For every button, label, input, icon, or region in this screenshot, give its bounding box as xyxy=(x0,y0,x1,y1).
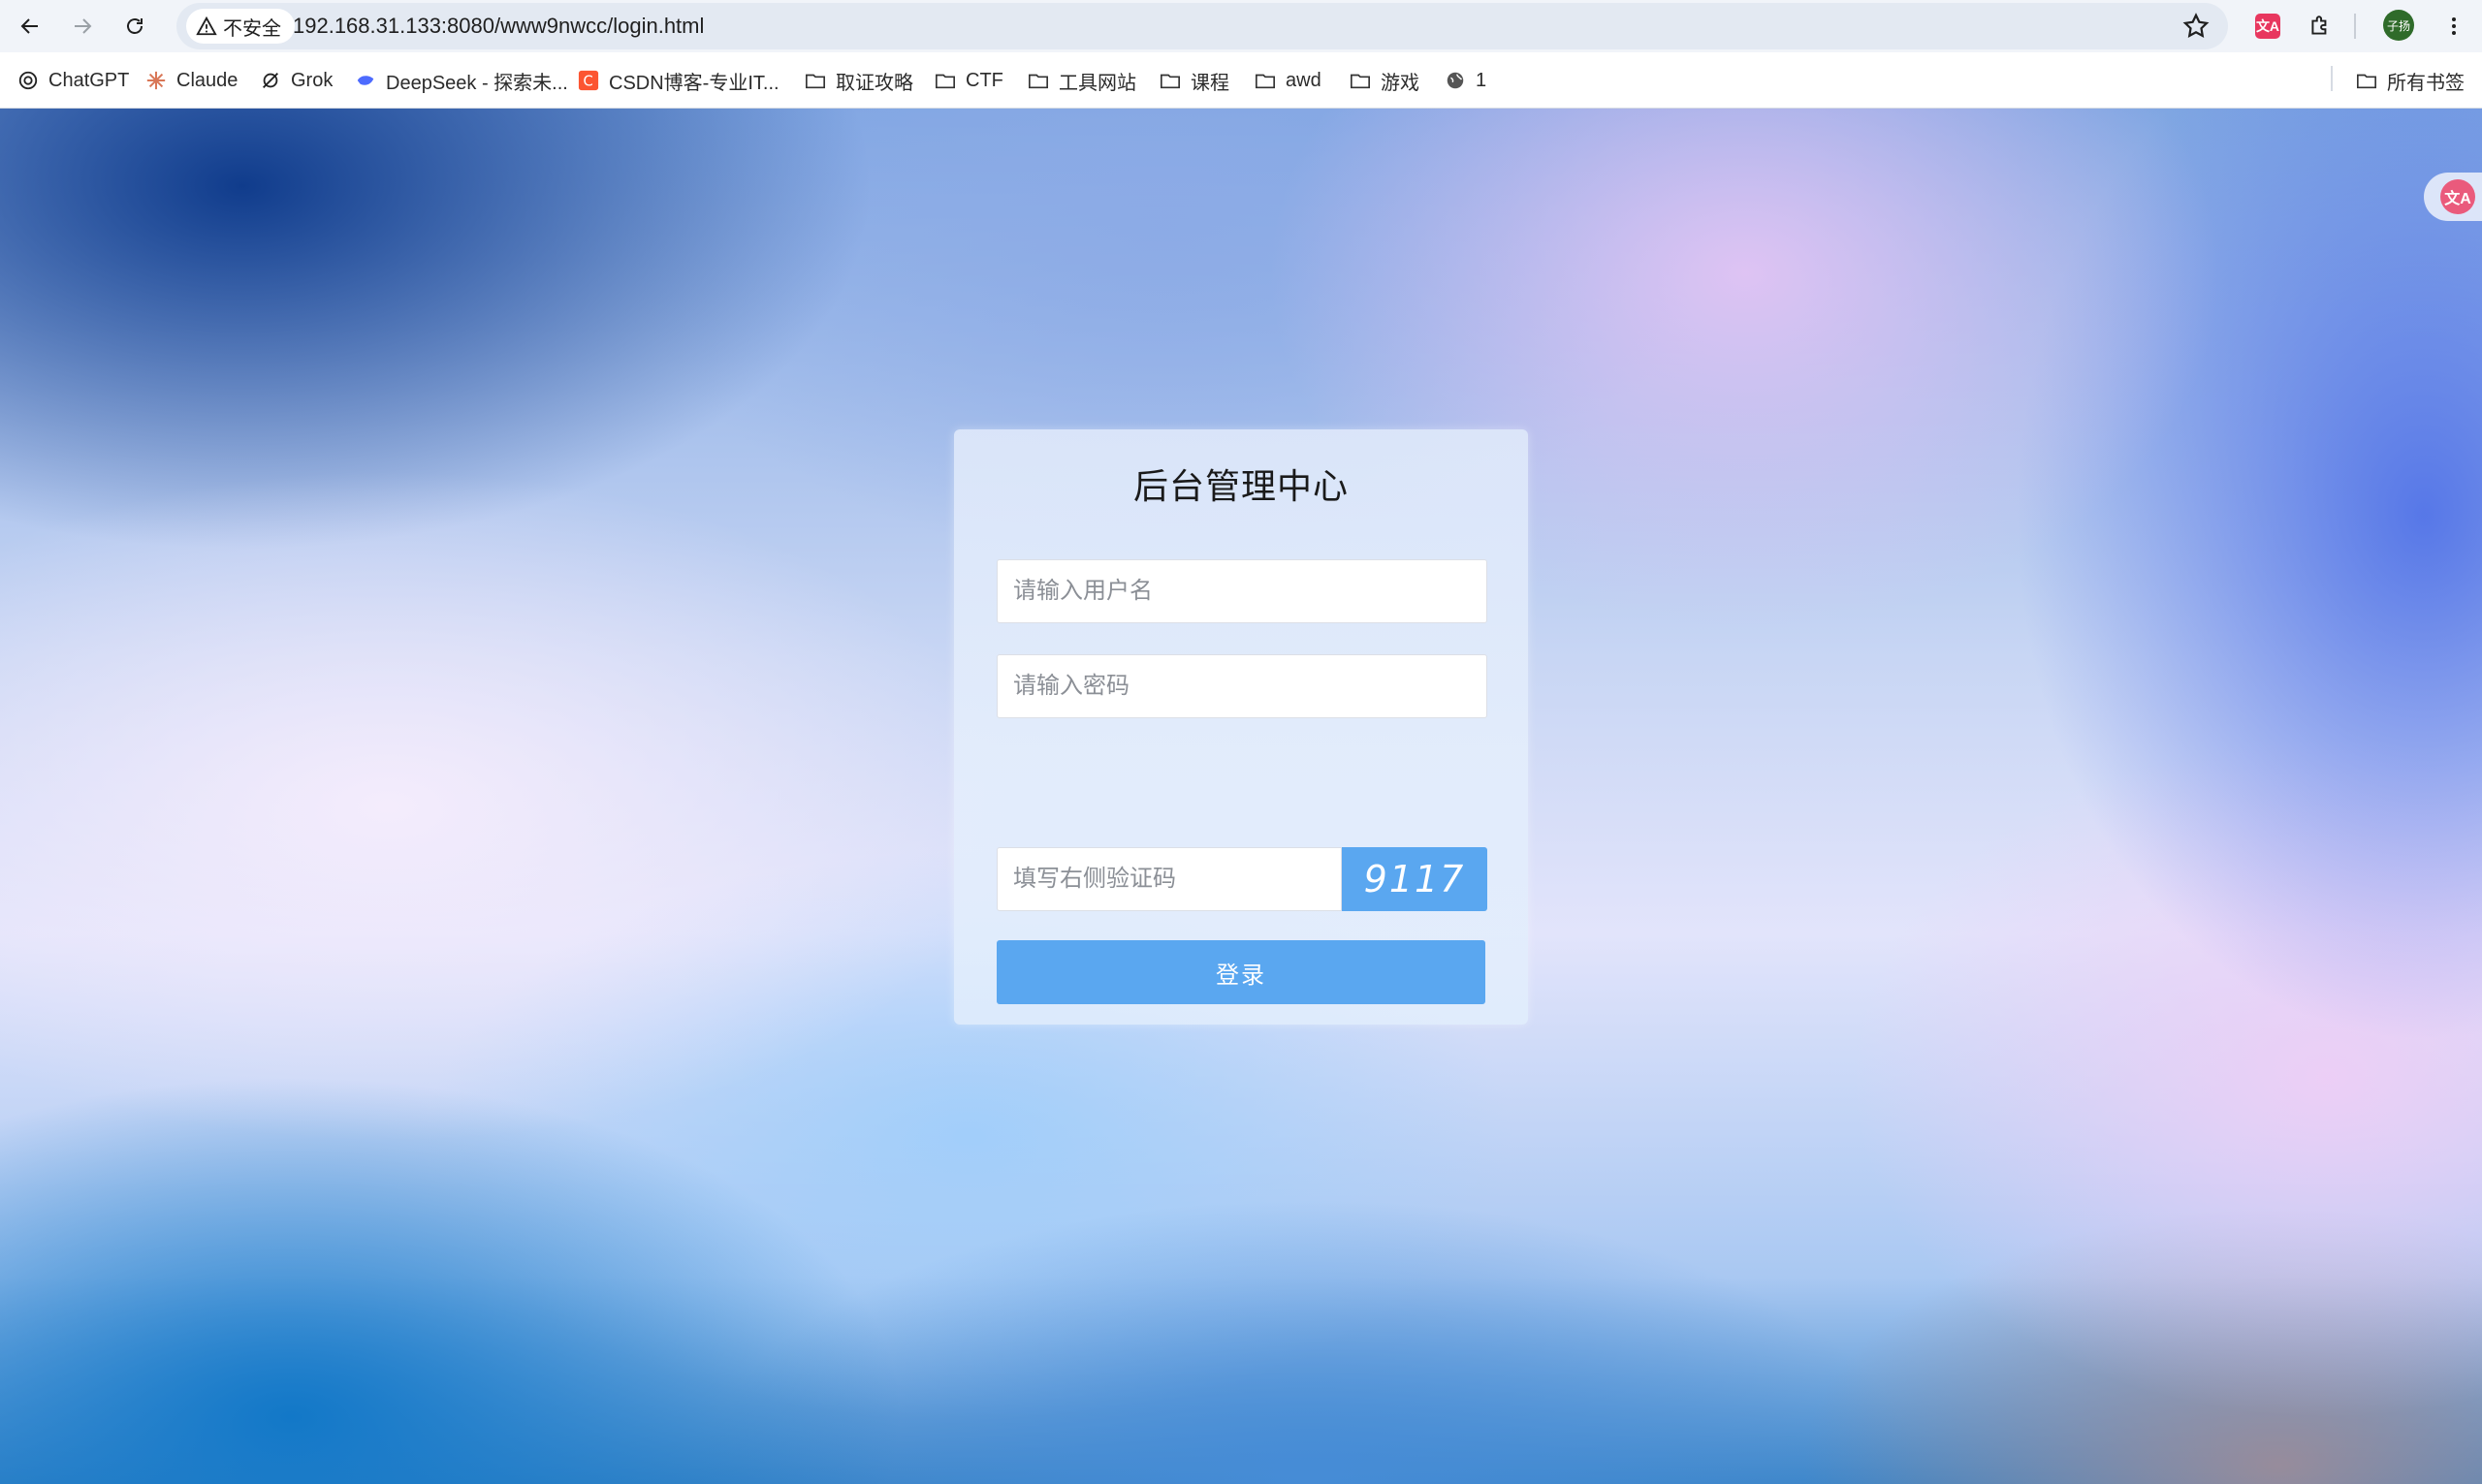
all-bookmarks-label: 所有书签 xyxy=(2387,72,2465,94)
bookmark-label: Grok xyxy=(291,69,334,91)
bookmark-grok[interactable]: Grok xyxy=(260,66,333,95)
folder-icon xyxy=(1161,74,1180,89)
bookmark-folder-ctf[interactable]: CTF xyxy=(935,66,1003,95)
username-input[interactable] xyxy=(997,559,1487,623)
captcha-image[interactable]: 9117 xyxy=(1342,847,1487,911)
deepseek-icon xyxy=(357,76,374,85)
bookmark-chatgpt[interactable]: ChatGPT xyxy=(17,66,129,95)
bookmark-label: 工具网站 xyxy=(1059,72,1136,94)
translate-ext-icon: 文A xyxy=(2255,14,2280,39)
bookmark-label: CSDN博客-专业IT... xyxy=(609,72,780,94)
browser-menu-button[interactable] xyxy=(2437,10,2470,43)
bookmark-folder-courses[interactable]: 课程 xyxy=(1160,66,1229,95)
translate-icon: 文A xyxy=(2440,179,2475,214)
bookmark-star-icon[interactable] xyxy=(2181,12,2211,41)
translate-extension-button[interactable]: 文A xyxy=(2251,10,2284,43)
floating-translate-button[interactable]: 文A xyxy=(2424,173,2482,221)
folder-icon xyxy=(1256,74,1275,89)
reload-icon xyxy=(127,18,143,34)
bookmark-folder-forensics[interactable]: 取证攻略 xyxy=(805,66,913,95)
svg-text:C: C xyxy=(584,74,593,90)
bookmark-label: 取证攻略 xyxy=(836,72,913,94)
grok-icon xyxy=(263,73,278,88)
folder-icon xyxy=(806,74,825,89)
bookmark-label: awd xyxy=(1286,69,1321,91)
folder-icon xyxy=(2357,74,2376,89)
arrow-left-icon xyxy=(20,18,38,34)
captcha-input[interactable] xyxy=(997,847,1342,911)
url-text[interactable]: 192.168.31.133:8080/www9nwcc/login.html xyxy=(293,14,704,39)
folder-icon xyxy=(1351,74,1370,89)
password-input[interactable] xyxy=(997,654,1487,718)
bookmark-deepseek[interactable]: DeepSeek - 探索未... xyxy=(355,66,568,95)
extensions-button[interactable] xyxy=(2304,10,2337,43)
back-button[interactable] xyxy=(12,8,48,45)
bookmark-folder-tools[interactable]: 工具网站 xyxy=(1028,66,1136,95)
puzzle-icon xyxy=(2311,16,2327,35)
bookmark-csdn[interactable]: C CSDN博客-专业IT... xyxy=(578,66,780,95)
toolbar-divider xyxy=(2354,14,2356,39)
forward-button[interactable] xyxy=(64,8,101,45)
arrow-right-icon xyxy=(75,18,92,34)
security-chip[interactable]: 不安全 xyxy=(186,9,295,44)
bookmarks-bar: ChatGPT Claude Grok DeepSeek - 探索未... C … xyxy=(0,52,2482,109)
bookmark-label: DeepSeek - 探索未... xyxy=(386,72,568,94)
bookmark-label: 1 xyxy=(1476,69,1487,91)
bookmark-label: Claude xyxy=(176,69,239,91)
bookmarks-divider xyxy=(2331,66,2333,91)
bookmark-claude[interactable]: Claude xyxy=(145,66,238,95)
folder-icon xyxy=(936,74,955,89)
globe-icon xyxy=(1447,72,1464,89)
csdn-icon: C xyxy=(578,70,599,91)
browser-toolbar: 不安全 192.168.31.133:8080/www9nwcc/login.h… xyxy=(0,0,2482,52)
address-bar[interactable]: 不安全 192.168.31.133:8080/www9nwcc/login.h… xyxy=(176,3,2228,49)
page-background: 文A 后台管理中心 9117 登录 xyxy=(0,109,2482,1484)
profile-avatar[interactable]: 子扬 xyxy=(2383,10,2414,41)
reload-button[interactable] xyxy=(116,8,153,45)
all-bookmarks-button[interactable]: 所有书签 xyxy=(2356,66,2465,95)
bookmark-label: ChatGPT xyxy=(48,69,130,91)
security-label: 不安全 xyxy=(223,17,281,40)
warning-icon xyxy=(196,16,217,36)
bookmark-folder-awd[interactable]: awd xyxy=(1255,66,1321,95)
chatgpt-icon xyxy=(18,71,38,90)
login-card: 后台管理中心 9117 登录 xyxy=(954,429,1528,1025)
bookmark-1[interactable]: 1 xyxy=(1445,66,1486,95)
bookmark-label: 课程 xyxy=(1191,72,1229,94)
login-title: 后台管理中心 xyxy=(1132,466,1349,506)
bookmark-folder-games[interactable]: 游戏 xyxy=(1350,66,1419,95)
bookmark-label: 游戏 xyxy=(1381,72,1419,94)
more-vertical-icon xyxy=(2452,17,2456,35)
login-button[interactable]: 登录 xyxy=(997,940,1485,1004)
bookmark-label: CTF xyxy=(966,69,1003,91)
claude-icon xyxy=(146,71,166,90)
folder-icon xyxy=(1029,74,1048,89)
